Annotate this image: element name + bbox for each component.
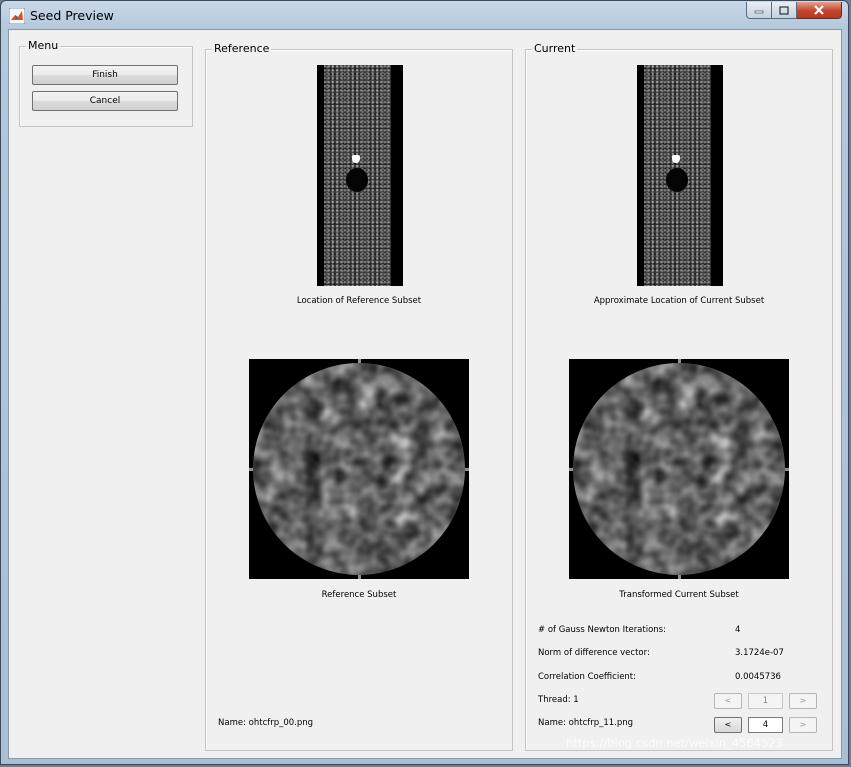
image-prev-button[interactable]: < [714, 717, 742, 733]
current-subset-caption: Transformed Current Subset [619, 590, 739, 600]
seed-marker-icon [672, 155, 680, 163]
cancel-button[interactable]: Cancel [32, 91, 178, 111]
reference-location-image [317, 65, 403, 286]
image-next-button[interactable]: > [789, 717, 817, 733]
reference-panel-title: Reference [212, 42, 272, 56]
close-icon [814, 5, 824, 15]
norm-difference-vector-label: Norm of difference vector: [538, 648, 650, 658]
current-location-image [637, 65, 723, 286]
reference-panel: Reference Location of Reference Subset R… [205, 42, 513, 751]
specimen-hole [346, 168, 368, 192]
figure-client-area: Menu Finish Cancel Reference Location of… [8, 29, 842, 759]
maximize-icon [779, 5, 789, 15]
title-bar[interactable]: Seed Preview [1, 1, 848, 30]
thread-label: Thread: 1 [538, 695, 579, 705]
correlation-coefficient-value: 0.0045736 [735, 672, 781, 682]
current-panel: Current Approximate Location of Current … [525, 42, 833, 751]
thread-next-button[interactable]: > [789, 693, 817, 709]
seed-marker-icon [352, 155, 360, 163]
thread-prev-button[interactable]: < [714, 693, 742, 709]
reference-subset-caption: Reference Subset [321, 590, 397, 600]
current-panel-title: Current [532, 42, 578, 56]
maximize-button[interactable] [772, 2, 797, 19]
thread-number-field[interactable]: 1 [748, 693, 783, 709]
correlation-coefficient-label: Correlation Coefficient: [538, 672, 637, 682]
gauss-newton-iterations-label: # of Gauss Newton Iterations: [538, 625, 666, 635]
matlab-icon [9, 8, 25, 24]
minimize-icon [754, 10, 764, 14]
reference-name-label: Name: ohtcfrp_00.png [218, 718, 314, 728]
norm-difference-vector-value: 3.1724e-07 [735, 648, 784, 658]
current-subset-image [569, 359, 789, 579]
image-number-field[interactable]: 4 [748, 717, 783, 733]
close-button[interactable] [797, 2, 842, 19]
reference-subset-image [249, 359, 469, 579]
reference-subset-pattern [249, 359, 469, 579]
current-name-label: Name: ohtcfrp_11.png [538, 718, 634, 728]
seed-preview-window: Seed Preview Menu Finish Cancel Referenc… [0, 0, 849, 765]
gauss-newton-iterations-value: 4 [735, 625, 741, 635]
finish-button[interactable]: Finish [32, 65, 178, 85]
menu-panel-title: Menu [26, 39, 61, 53]
specimen-hole [666, 168, 688, 192]
current-subset-pattern [569, 359, 789, 579]
menu-panel: Menu Finish Cancel [19, 39, 193, 127]
window-title: Seed Preview [30, 8, 114, 23]
current-location-caption: Approximate Location of Current Subset [593, 296, 765, 306]
reference-location-caption: Location of Reference Subset [296, 296, 422, 306]
watermark-text: https://blog.csdn.net/weixin_4564523 [566, 736, 783, 750]
minimize-button[interactable] [746, 2, 772, 19]
